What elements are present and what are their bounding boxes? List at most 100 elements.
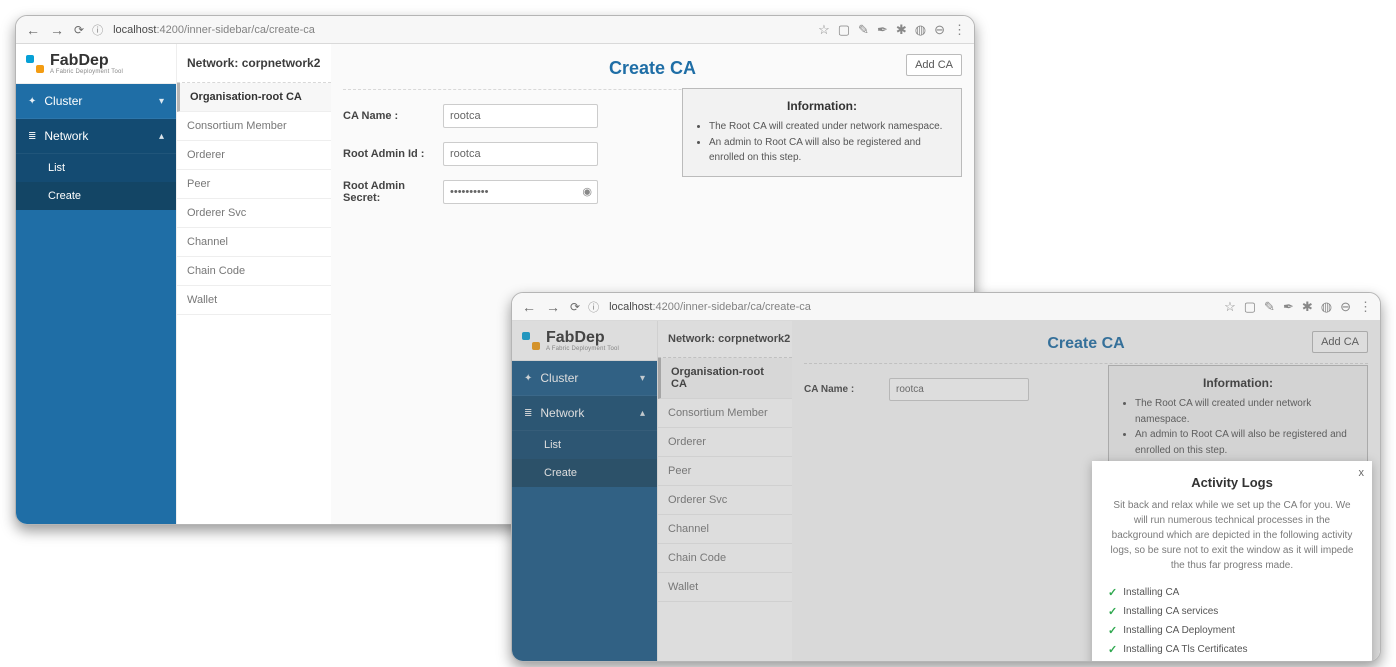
network-label-name: corpnetwork2 xyxy=(718,333,790,345)
address-bar[interactable]: localhost:4200/inner-sidebar/ca/create-c… xyxy=(605,301,1218,313)
site-info-icon[interactable]: ⓘ xyxy=(588,299,599,315)
kebab-menu-icon[interactable]: ⋮ xyxy=(953,22,966,38)
reload-icon[interactable]: ⟳ xyxy=(72,23,86,37)
check-icon: ✓ xyxy=(1108,605,1117,618)
wand-icon[interactable]: ✎ xyxy=(1264,299,1275,315)
ca-name-input[interactable] xyxy=(889,378,1029,401)
sidebar-sub-label: Create xyxy=(48,190,81,202)
check-icon: ✓ xyxy=(1108,643,1117,656)
reload-icon[interactable]: ⟳ xyxy=(568,300,582,314)
inner-nav-item-orderer[interactable]: Orderer xyxy=(658,428,792,457)
inner-nav-item-orderer-svc[interactable]: Orderer Svc xyxy=(177,199,331,228)
inner-nav-item-consortium[interactable]: Consortium Member xyxy=(177,112,331,141)
root-admin-label: Root Admin Id : xyxy=(343,148,443,160)
cluster-icon: ✦ xyxy=(28,96,36,107)
root-secret-label: Root Admin Secret: xyxy=(343,180,443,204)
site-info-icon[interactable]: ⓘ xyxy=(92,22,103,38)
brand-tagline: A Fabric Deployment Tool xyxy=(50,69,123,75)
sidebar-item-network[interactable]: ≣ Network ▴ xyxy=(16,119,176,154)
inner-nav-label: Orderer xyxy=(187,149,225,161)
sidebar-item-label: Cluster xyxy=(540,371,578,385)
info-line: The Root CA will created under network n… xyxy=(709,119,949,135)
inner-nav-item-chaincode[interactable]: Chain Code xyxy=(658,544,792,573)
sidebar-item-cluster[interactable]: ✦ Cluster ▾ xyxy=(16,84,176,119)
add-ca-button[interactable]: Add CA xyxy=(906,54,962,76)
page-header: Create CA Add CA xyxy=(804,331,1368,364)
network-icon: ≣ xyxy=(524,408,532,419)
inner-nav-label: Channel xyxy=(187,236,228,248)
forward-icon[interactable]: → xyxy=(544,300,562,314)
add-ca-button[interactable]: Add CA xyxy=(1312,331,1368,353)
kebab-menu-icon[interactable]: ⋮ xyxy=(1359,299,1372,315)
inner-nav-item-channel[interactable]: Channel xyxy=(177,228,331,257)
inner-nav-item-root-ca[interactable]: Organisation-root CA xyxy=(177,83,331,112)
star-icon[interactable]: ☆ xyxy=(1224,299,1236,315)
modal-close-button[interactable]: x xyxy=(1359,467,1365,479)
inner-nav-label: Chain Code xyxy=(668,552,726,564)
sidebar-item-label: Network xyxy=(44,129,88,143)
modal-description: Sit back and relax while we set up the C… xyxy=(1108,498,1356,573)
root-secret-input[interactable] xyxy=(443,180,598,204)
back-icon[interactable]: ← xyxy=(520,300,538,314)
browser-toolbar: ← → ⟳ ⓘ localhost:4200/inner-sidebar/ca/… xyxy=(16,16,974,44)
log-item: ✓Installing connections xyxy=(1108,659,1356,661)
camera-icon[interactable]: ▢ xyxy=(838,22,850,38)
eye-icon[interactable]: ◉ xyxy=(582,185,592,198)
inner-nav-item-chaincode[interactable]: Chain Code xyxy=(177,257,331,286)
inner-nav-item-peer[interactable]: Peer xyxy=(658,457,792,486)
inner-nav-item-orderer[interactable]: Orderer xyxy=(177,141,331,170)
globe-icon[interactable]: ◍ xyxy=(915,22,926,38)
ca-name-input[interactable] xyxy=(443,104,598,128)
camera-icon[interactable]: ▢ xyxy=(1244,299,1256,315)
brand-name: FabDep xyxy=(546,330,619,346)
sidebar-sub-create[interactable]: Create xyxy=(512,459,657,487)
info-title: Information: xyxy=(695,99,949,113)
forward-icon[interactable]: → xyxy=(48,23,66,37)
star-icon[interactable]: ☆ xyxy=(818,22,830,38)
network-label: Network: corpnetwork2 xyxy=(177,44,331,83)
inner-nav-item-consortium[interactable]: Consortium Member xyxy=(658,399,792,428)
page-title: Create CA xyxy=(1047,335,1124,353)
inner-nav: Network: corpnetwork2 Organisation-root … xyxy=(176,44,331,524)
feather-icon[interactable]: ✒ xyxy=(1283,299,1294,315)
puzzle-icon[interactable]: ✱ xyxy=(896,22,907,38)
sidebar-item-network[interactable]: ≣ Network ▴ xyxy=(512,396,657,431)
log-text: Installing CA Deployment xyxy=(1123,625,1235,636)
inner-nav-label: Channel xyxy=(668,523,709,535)
root-admin-input[interactable] xyxy=(443,142,598,166)
inner-nav-item-root-ca[interactable]: Organisation-root CA xyxy=(658,358,792,399)
chevron-down-icon: ▾ xyxy=(159,96,164,107)
sidebar-sub-label: List xyxy=(48,162,65,174)
back-icon[interactable]: ← xyxy=(24,23,42,37)
address-bar[interactable]: localhost:4200/inner-sidebar/ca/create-c… xyxy=(109,24,812,36)
sidebar-sub-create[interactable]: Create xyxy=(16,182,176,210)
sidebar-item-label: Network xyxy=(540,406,584,420)
inner-nav-item-wallet[interactable]: Wallet xyxy=(658,573,792,602)
sidebar-item-cluster[interactable]: ✦ Cluster ▾ xyxy=(512,361,657,396)
ca-name-label: CA Name : xyxy=(804,384,889,395)
avatar-icon[interactable]: ⊖ xyxy=(1340,299,1351,315)
inner-nav-item-channel[interactable]: Channel xyxy=(658,515,792,544)
network-label-prefix: Network: xyxy=(668,333,718,345)
inner-nav-item-wallet[interactable]: Wallet xyxy=(177,286,331,315)
inner-nav-item-orderer-svc[interactable]: Orderer Svc xyxy=(658,486,792,515)
sidebar-sub-list[interactable]: List xyxy=(16,154,176,182)
check-icon: ✓ xyxy=(1108,624,1117,637)
inner-nav-item-peer[interactable]: Peer xyxy=(177,170,331,199)
globe-icon[interactable]: ◍ xyxy=(1321,299,1332,315)
wand-icon[interactable]: ✎ xyxy=(858,22,869,38)
feather-icon[interactable]: ✒ xyxy=(877,22,888,38)
log-item: ✓Installing CA services xyxy=(1108,602,1356,621)
url-path: :4200/inner-sidebar/ca/create-ca xyxy=(156,24,314,36)
cluster-icon: ✦ xyxy=(524,373,532,384)
log-text: Installing CA Tls Certificates xyxy=(1123,644,1247,655)
log-item: ✓ Installing CA Deployment xyxy=(1108,621,1356,640)
app-root: FabDep A Fabric Deployment Tool ✦ Cluste… xyxy=(512,321,1380,661)
avatar-icon[interactable]: ⊖ xyxy=(934,22,945,38)
info-line: The Root CA will created under network n… xyxy=(1135,396,1355,427)
puzzle-icon[interactable]: ✱ xyxy=(1302,299,1313,315)
brand-tagline: A Fabric Deployment Tool xyxy=(546,346,619,352)
page-header: Create CA Add CA xyxy=(343,54,962,90)
info-box: Information: The Root CA will created un… xyxy=(1108,365,1368,469)
sidebar-sub-list[interactable]: List xyxy=(512,431,657,459)
